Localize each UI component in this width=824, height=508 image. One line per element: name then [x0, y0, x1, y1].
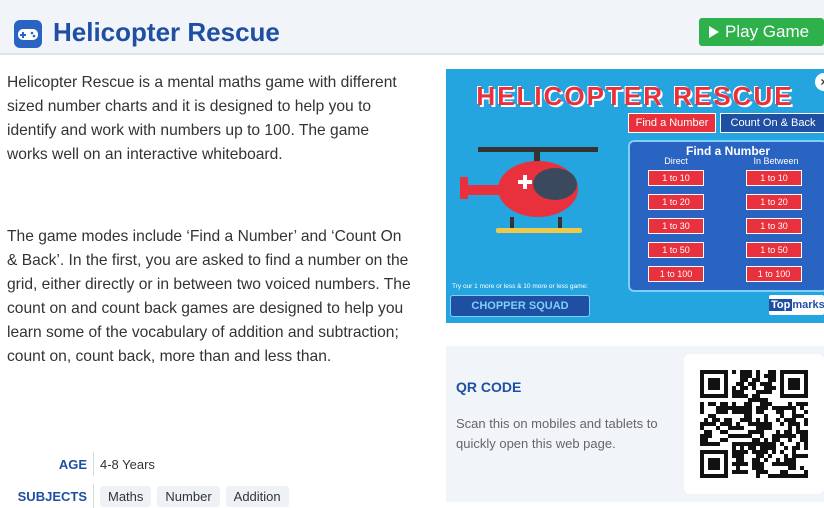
age-row: AGE 4-8 Years	[7, 452, 155, 476]
direct-range-button-5[interactable]: 1 to 100	[648, 266, 704, 282]
game-hint: Try our 1 more or less & 10 more or less…	[452, 283, 588, 290]
direct-range-button-2[interactable]: 1 to 20	[648, 194, 704, 210]
qr-code-image	[684, 354, 824, 494]
mode-find-a-number-button[interactable]: Find a Number	[628, 113, 716, 133]
age-value: 4-8 Years	[100, 456, 155, 472]
qr-description: Scan this on mobiles and tablets to quic…	[456, 416, 658, 451]
subjects-row: SUBJECTS Maths Number Addition	[7, 484, 289, 508]
mode-count-on-back-button[interactable]: Count On & Back	[720, 113, 824, 133]
direct-range-button-1[interactable]: 1 to 10	[648, 170, 704, 186]
description-paragraph-1: Helicopter Rescue is a mental maths game…	[7, 74, 397, 163]
age-key: AGE	[7, 452, 94, 476]
game-title: HELICOPTER RESCUE	[476, 81, 794, 111]
description-paragraph-2: The game modes include ‘Find a Number’ a…	[7, 228, 411, 365]
subject-tag-addition[interactable]: Addition	[225, 485, 289, 507]
page-header: Helicopter Rescue Play Game	[0, 0, 824, 55]
between-range-button-4[interactable]: 1 to 50	[746, 242, 802, 258]
between-range-button-3[interactable]: 1 to 30	[746, 218, 802, 234]
play-icon	[709, 26, 719, 38]
gamepad-icon	[14, 20, 42, 48]
play-game-button[interactable]: Play Game	[699, 18, 824, 46]
topmarks-logo-marks: marks	[792, 299, 824, 311]
direct-range-button-4[interactable]: 1 to 50	[648, 242, 704, 258]
qr-title: QR CODE	[456, 379, 522, 395]
between-range-button-1[interactable]: 1 to 10	[746, 170, 802, 186]
direct-label: Direct	[664, 156, 688, 166]
subject-tag-maths[interactable]: Maths	[100, 485, 152, 507]
find-a-number-panel: Find a Number Direct In Between 1 to 10 …	[628, 140, 824, 292]
topmarks-logo-top: Top	[769, 299, 793, 311]
between-range-button-5[interactable]: 1 to 100	[746, 266, 802, 282]
play-game-label: Play Game	[725, 22, 810, 41]
subjects-key: SUBJECTS	[7, 484, 94, 508]
subject-tag-number[interactable]: Number	[157, 485, 220, 507]
between-range-button-2[interactable]: 1 to 20	[746, 194, 802, 210]
in-between-label: In Between	[753, 156, 799, 166]
game-preview[interactable]: HELICOPTER RESCUE × Find a Number Count …	[446, 69, 824, 323]
direct-range-button-3[interactable]: 1 to 30	[648, 218, 704, 234]
topmarks-logo: Top marks	[769, 295, 824, 315]
helicopter-icon	[460, 147, 598, 233]
qr-code-section: QR CODE Scan this on mobiles and tablets…	[446, 346, 824, 502]
page-title: Helicopter Rescue	[53, 17, 280, 47]
chopper-squad-button[interactable]: CHOPPER SQUAD	[450, 295, 590, 317]
